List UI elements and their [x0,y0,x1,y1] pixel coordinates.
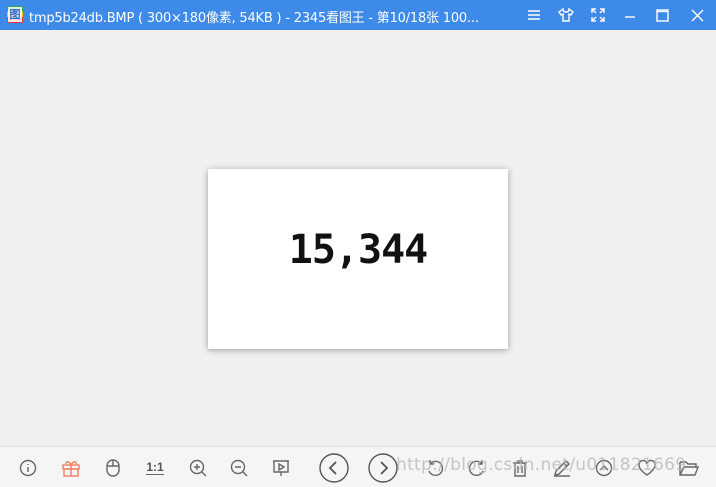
info-icon[interactable] [15,455,41,481]
window-title: tmp5b24db.BMP ( 300×180像素, 54KB ) - 2345… [29,11,479,26]
app-icon: 图 [7,6,23,23]
image-content-text: 15,344 [288,227,429,273]
menu-icon[interactable] [518,0,550,30]
slideshow-icon[interactable] [268,455,294,481]
maximize-icon[interactable] [646,0,678,30]
next-icon[interactable] [367,452,399,484]
actual-size-label: 1:1 [146,460,164,475]
skin-icon[interactable] [550,0,582,30]
gift-icon[interactable] [58,455,84,481]
previous-icon[interactable] [318,452,350,484]
zoom-out-icon[interactable] [226,455,252,481]
title-bar[interactable]: 图 tmp5b24db.BMP ( 300×180像素, 54KB ) - 23… [0,0,716,30]
zoom-in-icon[interactable] [185,455,211,481]
fullscreen-icon[interactable] [582,0,614,30]
close-icon[interactable] [681,0,713,30]
actual-size-button[interactable]: 1:1 [141,455,169,481]
mouse-icon[interactable] [100,455,126,481]
minimize-icon[interactable] [614,0,646,30]
displayed-image[interactable]: 15,344 [208,169,508,349]
watermark-text: http://blog.csdn.net/u011821669 [396,455,687,475]
